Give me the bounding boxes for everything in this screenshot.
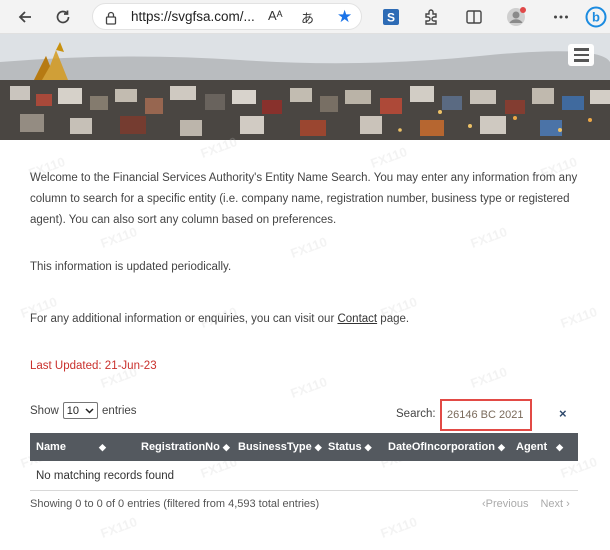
search-input[interactable]: 26146 BC 2021 (440, 399, 532, 431)
column-header-status[interactable]: Status ◆ (328, 441, 372, 453)
watermark: FX110 (468, 364, 510, 391)
watermark: FX110 (98, 514, 140, 541)
clear-search-icon[interactable]: × (559, 406, 567, 421)
last-updated: Last Updated: 21-Jun-23 (30, 360, 157, 372)
column-header-dateofincorporation[interactable]: DateOfIncorporation ◆ (388, 441, 505, 453)
table-info: Showing 0 to 0 of 0 entries (filtered fr… (30, 498, 320, 510)
column-header-label: Status (328, 441, 362, 453)
sort-icon: ◆ (98, 441, 106, 452)
entries-length-control: Show 10 entries (30, 402, 137, 419)
browser-toolbar: https://svgfsa.com/... Aᴬ あ ★ S b (0, 0, 610, 34)
watermark: FX110 (368, 144, 410, 171)
more-icon[interactable] (549, 5, 573, 29)
split-screen-icon[interactable] (462, 5, 486, 29)
sort-icon: ◆ (314, 441, 322, 452)
hamburger-menu-icon[interactable] (568, 44, 594, 66)
entries-select[interactable]: 10 (62, 402, 99, 419)
column-header-label: Name (36, 441, 66, 453)
s-extension-icon[interactable]: S (379, 5, 403, 29)
update-notice: This information is updated periodically… (30, 261, 232, 273)
column-header-agent[interactable]: Agent ◆ (516, 441, 563, 453)
watermark: FX110 (288, 374, 330, 401)
hero-banner (0, 34, 610, 140)
entries-select-value: 10 (66, 404, 80, 417)
table-header: Name ◆ RegistrationNo ◆ BusinessType ◆ S… (30, 433, 578, 461)
column-header-name[interactable]: Name ◆ (36, 441, 106, 453)
svg-text:S: S (387, 11, 395, 25)
contact-link[interactable]: Contact (337, 313, 377, 325)
sort-icon: ◆ (364, 441, 372, 452)
address-bar[interactable]: https://svgfsa.com/... Aᴬ あ ★ (92, 3, 362, 30)
sort-icon: ◆ (497, 441, 505, 452)
chevron-right-icon: › (566, 498, 570, 510)
sort-icon: ◆ (556, 441, 564, 452)
puzzle-extension-icon[interactable] (419, 5, 443, 29)
previous-label: Previous (485, 498, 529, 510)
svg-text:b: b (592, 10, 600, 25)
previous-page-button[interactable]: ‹Previous (482, 498, 528, 510)
town-photo (0, 34, 610, 140)
watermark: FX110 (378, 514, 420, 541)
next-label: Next (540, 498, 564, 510)
entries-label: entries (102, 404, 137, 417)
lock-icon[interactable] (105, 10, 117, 29)
column-header-registrationno[interactable]: RegistrationNo ◆ (141, 441, 230, 453)
column-header-label: BusinessType (238, 441, 312, 453)
next-page-button[interactable]: Next › (540, 498, 569, 510)
column-header-label: Agent (516, 441, 548, 453)
intro-text: Welcome to the Financial Services Author… (30, 172, 578, 226)
contact-line: For any additional information or enquir… (30, 309, 586, 330)
read-aloud-icon[interactable]: Aᴬ (268, 8, 283, 23)
sort-icon: ◆ (222, 441, 230, 452)
column-header-businesstype[interactable]: BusinessType ◆ (238, 441, 322, 453)
url-text[interactable]: https://svgfsa.com/... (131, 9, 255, 24)
table-divider (30, 490, 578, 491)
column-header-label: DateOfIncorporation (388, 441, 495, 453)
search-label: Search: (396, 408, 436, 420)
star-icon[interactable]: ★ (337, 7, 352, 27)
column-header-label: RegistrationNo (141, 441, 220, 453)
show-label: Show (30, 404, 59, 417)
contact-suffix: page. (377, 313, 410, 325)
bing-icon[interactable]: b (584, 5, 608, 29)
back-arrow-icon[interactable] (12, 4, 38, 30)
contact-prefix: For any additional information or enquir… (30, 313, 338, 325)
translate-icon[interactable]: あ (301, 8, 314, 27)
refresh-icon[interactable] (50, 4, 76, 30)
profile-icon[interactable] (504, 5, 528, 29)
empty-table-message: No matching records found (36, 470, 175, 482)
chevron-down-icon (85, 407, 94, 414)
pagination: ‹Previous Next › (482, 498, 570, 510)
